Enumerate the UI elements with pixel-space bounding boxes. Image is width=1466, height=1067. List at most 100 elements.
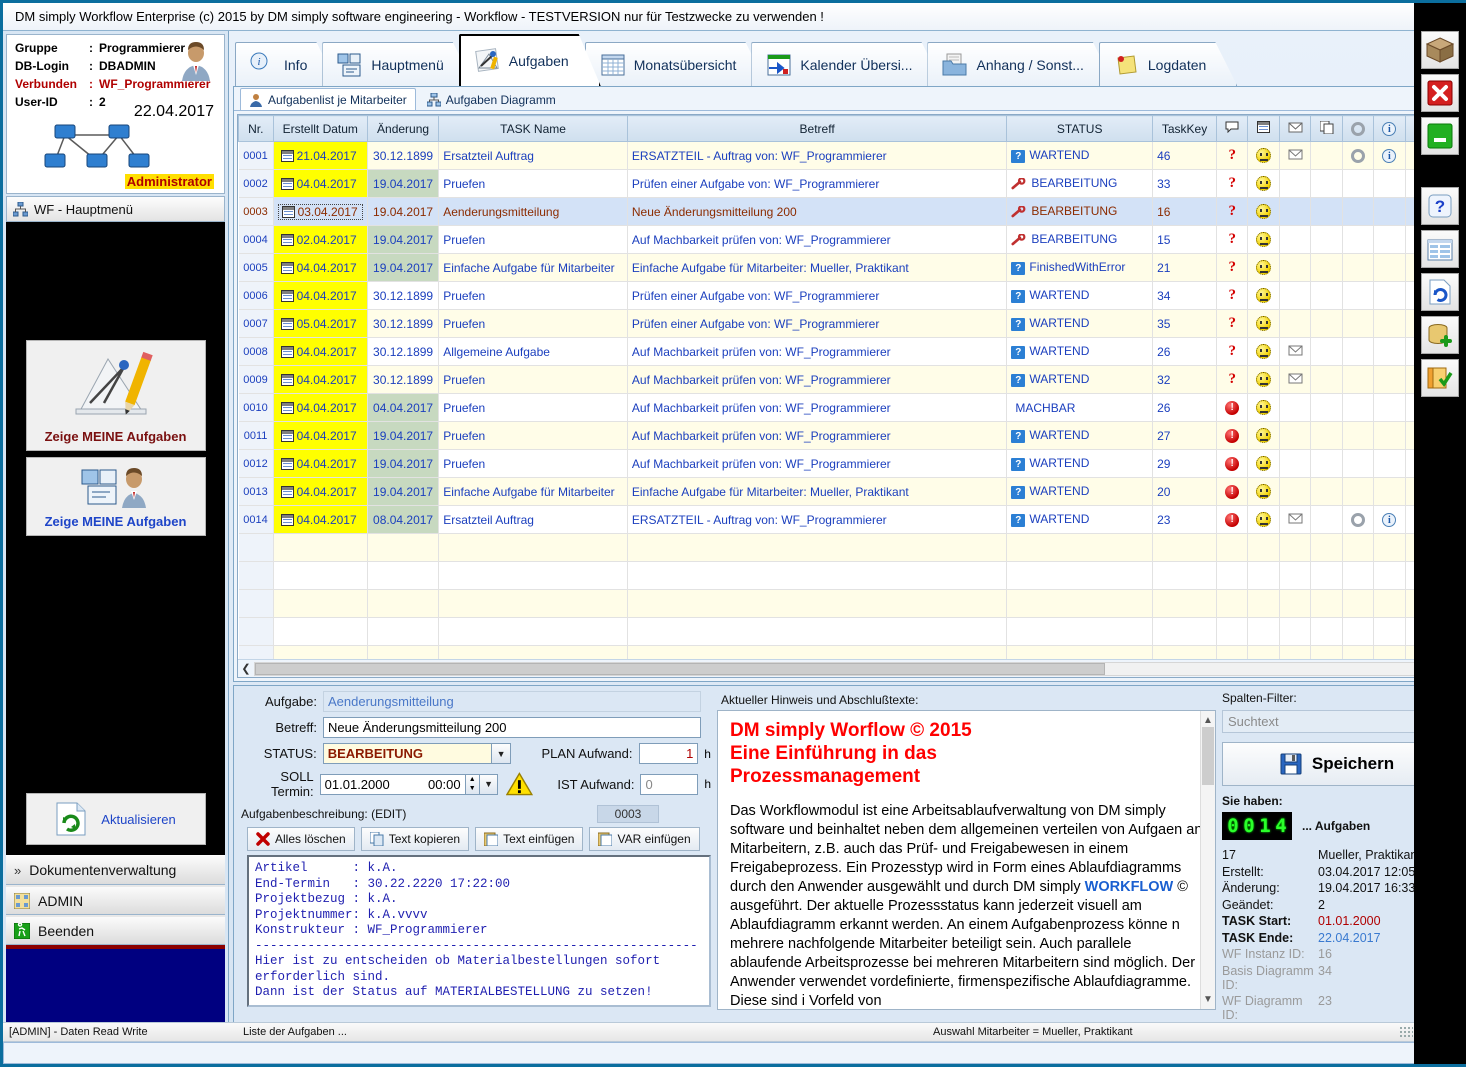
alles-loeschen-button[interactable]: Alles löschen [247,827,355,851]
cell-erstellt-datum[interactable]: 04.04.2017 [273,393,368,422]
envelope-icon[interactable] [1288,373,1303,384]
plan-aufwand-input[interactable]: 1 [638,743,699,764]
cell-calendar[interactable] [1247,309,1280,338]
col-betreff[interactable]: Betreff [626,115,1008,142]
cell-copy[interactable] [1310,505,1343,534]
question-icon[interactable]: ? [1228,231,1236,247]
scroll-thumb[interactable] [255,662,1106,675]
cell-copy[interactable] [1310,225,1343,254]
tab-monatsubersicht[interactable]: Monatsübersicht [585,42,768,86]
betreff-input[interactable]: Neue Änderungsmitteilung 200 [323,717,701,738]
alert-icon[interactable]: ! [1225,512,1240,527]
cell-gear[interactable] [1342,253,1375,282]
col-copy-icon[interactable] [1310,115,1343,142]
cell-comment[interactable]: ? [1216,225,1249,254]
cell-info[interactable]: i [1373,141,1406,170]
text-einfuegen-button[interactable]: Text einfügen [475,827,584,851]
question-icon[interactable]: ? [1228,315,1236,331]
refresh-button[interactable]: Aktualisieren [25,793,206,845]
cell-envelope[interactable] [1279,505,1312,534]
cell-envelope[interactable] [1279,197,1312,226]
cell-copy[interactable] [1310,281,1343,310]
col-erstellt-datum[interactable]: Erstellt Datum [272,115,368,142]
table-row[interactable]: 0013 04.04.2017 19.04.2017 Einfache Aufgabe… [238,477,1438,506]
col-info-icon[interactable]: i [1373,115,1406,142]
cell-erstellt-datum[interactable]: 04.04.2017 [273,169,368,198]
col-status[interactable]: STATUS [1006,115,1154,142]
cell-erstellt-datum[interactable]: 04.04.2017 [273,365,368,394]
cell-copy[interactable] [1310,253,1343,282]
cell-info[interactable] [1373,197,1406,226]
question-icon[interactable]: ? [1228,175,1236,191]
mood-icon[interactable] [1256,288,1272,304]
cell-envelope[interactable] [1279,309,1312,338]
alert-icon[interactable]: ! [1225,484,1240,499]
alert-icon[interactable]: ! [1225,428,1240,443]
cell-copy[interactable] [1310,197,1343,226]
cell-calendar[interactable] [1247,225,1280,254]
show-my-tasks-button-1[interactable]: Zeige MEINE Aufgaben [25,340,206,451]
envelope-icon[interactable] [1288,513,1303,524]
cell-calendar[interactable] [1247,253,1280,282]
cell-envelope[interactable] [1279,421,1312,450]
cell-gear[interactable] [1342,169,1375,198]
rail-db-add-button[interactable] [1421,316,1459,354]
cell-envelope[interactable] [1279,337,1312,366]
cell-gear[interactable] [1342,393,1375,422]
cell-envelope[interactable] [1279,393,1312,422]
description-textarea[interactable]: Artikel : k.A. End-Termin : 30.22.2220 1… [247,855,711,1007]
mood-icon[interactable] [1256,176,1272,192]
sidebar-item-dokumentenverwaltung[interactable]: » Dokumentenverwaltung [6,855,225,885]
alert-icon[interactable]: ! [1225,400,1240,415]
table-row[interactable]: 0002 04.04.2017 19.04.2017 Pruefen Prüfen ei… [238,169,1438,198]
cell-calendar[interactable] [1247,421,1280,450]
cell-envelope[interactable] [1279,169,1312,198]
mood-icon[interactable] [1256,456,1272,472]
cell-calendar[interactable] [1247,393,1280,422]
table-row[interactable]: 0007 05.04.2017 30.12.1899 Pruefen Prüfen ei… [238,309,1438,338]
cell-calendar[interactable] [1247,141,1280,170]
sidebar-item-admin[interactable]: ADMIN [6,885,225,915]
cell-erstellt-datum[interactable]: 04.04.2017 [273,449,368,478]
cell-gear[interactable] [1342,225,1375,254]
envelope-icon[interactable] [1288,149,1303,160]
mood-icon[interactable] [1256,428,1272,444]
table-row[interactable]: 0004 02.04.2017 19.04.2017 Pruefen Auf Machb… [238,225,1438,254]
cell-envelope[interactable] [1279,449,1312,478]
mood-icon[interactable] [1256,316,1272,332]
cell-erstellt-datum[interactable]: 21.04.2017 [273,141,368,170]
cell-gear[interactable] [1342,141,1375,170]
scroll-left-arrow[interactable]: ❮ [238,662,254,675]
cell-comment[interactable]: ? [1216,309,1249,338]
status-dropdown-arrow[interactable]: ▼ [492,743,511,764]
cell-info[interactable] [1373,253,1406,282]
cell-comment[interactable]: ! [1216,449,1249,478]
cell-copy[interactable] [1310,477,1343,506]
tab-hauptmenu[interactable]: Hauptmenü [322,42,474,86]
cell-calendar[interactable] [1247,505,1280,534]
cell-calendar[interactable] [1247,337,1280,366]
col-nr[interactable]: Nr. [238,115,274,142]
question-icon[interactable]: ? [1228,259,1236,275]
tab-logdaten[interactable]: Logdaten [1099,42,1237,86]
col-calendar-icon[interactable] [1247,115,1280,142]
cell-gear[interactable] [1342,309,1375,338]
table-row-empty[interactable] [238,645,1438,659]
status-select-value[interactable]: BEARBEITUNG [322,743,493,764]
cell-comment[interactable]: ? [1216,169,1249,198]
cell-copy[interactable] [1310,421,1343,450]
cell-envelope[interactable] [1279,141,1312,170]
rail-help-button[interactable]: ? [1421,187,1459,225]
tab-aufgaben[interactable]: Aufgaben [459,34,601,86]
cell-erstellt-datum[interactable]: 04.04.2017 [273,421,368,450]
col-envelope-icon[interactable] [1278,115,1312,142]
cell-erstellt-datum[interactable]: 03.04.2017 [273,197,368,226]
cell-comment[interactable]: ? [1216,253,1249,282]
var-einfuegen-button[interactable]: VAR einfügen [589,827,700,851]
cell-envelope[interactable] [1279,365,1312,394]
cell-copy[interactable] [1310,393,1343,422]
table-row[interactable]: 0005 04.04.2017 19.04.2017 Einfache Aufgabe… [238,253,1438,282]
rail-minimize-button[interactable] [1421,117,1459,155]
cell-calendar[interactable] [1247,281,1280,310]
cell-erstellt-datum[interactable]: 05.04.2017 [273,309,368,338]
